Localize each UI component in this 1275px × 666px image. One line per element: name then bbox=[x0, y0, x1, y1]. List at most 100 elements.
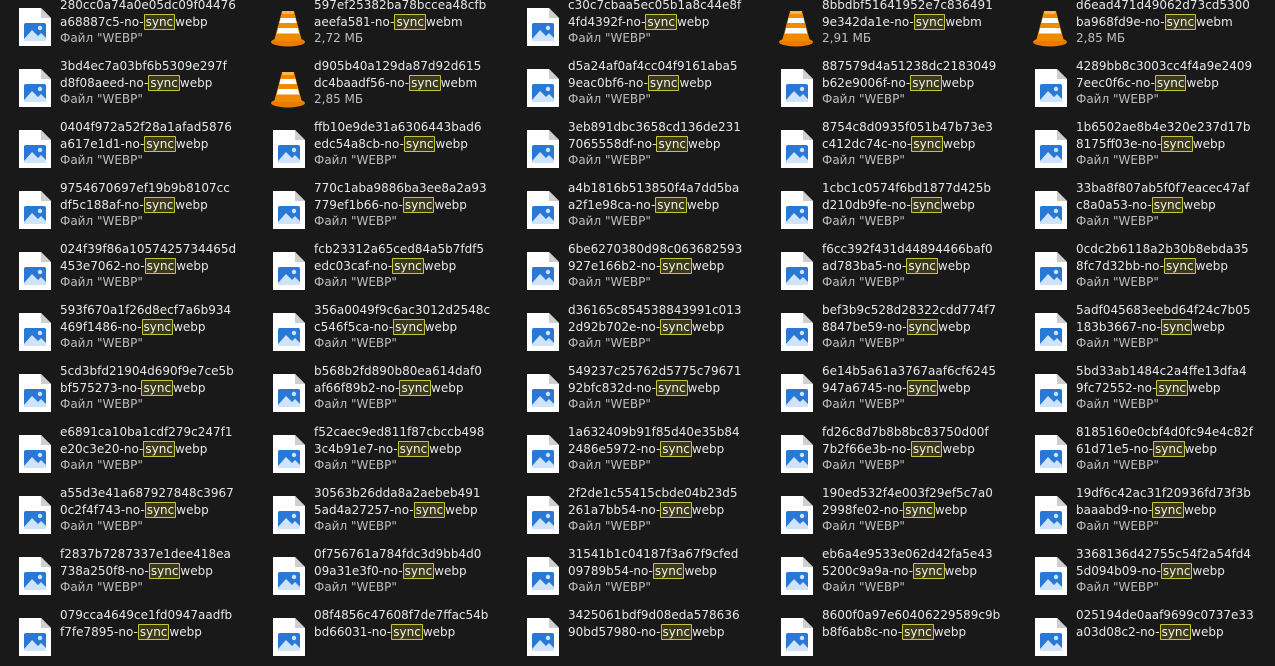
file-label: 6e14b5a61a3767aaf6cf6245 947a6745-no-sync… bbox=[822, 363, 1012, 413]
file-item[interactable]: 1cbc1c0574f6bd1877d425b d210db9fe-no-sync… bbox=[762, 178, 1016, 239]
search-highlight: sync bbox=[1154, 74, 1187, 91]
file-size: 2,85 МБ bbox=[1076, 31, 1126, 45]
file-item[interactable]: 6e14b5a61a3767aaf6cf6245 947a6745-no-sync… bbox=[762, 361, 1016, 422]
file-item[interactable]: 33ba8f807ab5f0f7eacec47af c8a0a53-no-sync… bbox=[1016, 178, 1270, 239]
file-item[interactable]: 3368136d42755c54f2a54fd4 5d094b09-no-sync… bbox=[1016, 544, 1270, 605]
search-highlight: sync bbox=[660, 501, 692, 518]
file-item[interactable]: d6ead471d49062d73cd5300 ba968fd9e-no-sync… bbox=[1016, 0, 1270, 56]
file-item[interactable]: 887579d4a51238dc2183049 b62e9006f-no-sync… bbox=[762, 56, 1016, 117]
file-item[interactable]: e6891ca10ba1cdf279c247f1 e20c3e20-no-sync… bbox=[0, 422, 254, 483]
file-item[interactable]: 8185160e0cbf4d0fc94e4c82f 61d71e5-no-sync… bbox=[1016, 422, 1270, 483]
image-file-icon bbox=[1030, 129, 1070, 169]
file-item[interactable]: ffb10e9de31a6306443bad6 edc54a8cb-no-sync… bbox=[254, 117, 508, 178]
file-name-line-2: c546f5ca-no-sync webp bbox=[314, 318, 458, 335]
file-item[interactable]: 3bd4ec7a03bf6b5309e297f d8f08aeed-no-sync… bbox=[0, 56, 254, 117]
image-file-icon bbox=[776, 373, 816, 413]
file-type: Файл "WEBP" bbox=[60, 336, 143, 350]
file-item[interactable]: 1b6502ae8b4e320e237d17b 8175ff03e-no-sync… bbox=[1016, 117, 1270, 178]
file-name-line-2: baaabd9-no-sync webp bbox=[1076, 501, 1217, 518]
file-name-line-1: 6be6270380d98c063682593 bbox=[568, 242, 743, 256]
search-highlight: sync bbox=[1153, 440, 1185, 457]
file-item[interactable]: 8754c8d0935f051b47b73e3 c412dc74c-no-sync… bbox=[762, 117, 1016, 178]
file-item[interactable]: fcb23312a65ced84a5b7fdf5 edc03caf-no-sync… bbox=[254, 239, 508, 300]
file-item[interactable]: 025194de0aaf9699c0737e33 a03d08c2-no-sync… bbox=[1016, 605, 1270, 666]
file-label: 08f4856c47608f7de7ffac54b bd66031-no-sync… bbox=[314, 607, 504, 640]
file-item[interactable]: 597ef25382ba78bccea48cfb aeefa581-no-sync… bbox=[254, 0, 508, 56]
file-item[interactable]: 280cc0a74a0e05dc09f04476 a68887c5-no-sync… bbox=[0, 0, 254, 56]
file-name-line-1: d6ead471d49062d73cd5300 bbox=[1076, 0, 1250, 12]
image-file-icon bbox=[14, 373, 54, 413]
file-item[interactable]: 3425061bdf9d08eda578636 90bd57980-no-sync… bbox=[508, 605, 762, 666]
image-file-icon bbox=[268, 434, 308, 474]
search-highlight: sync bbox=[655, 196, 687, 213]
file-item[interactable]: f6cc392f431d44894466baf0 ad783ba5-no-sync… bbox=[762, 239, 1016, 300]
file-label: 0404f972a52f28a1afad5876 a617e1d1-no-sync… bbox=[60, 119, 250, 169]
file-label: 8754c8d0935f051b47b73e3 c412dc74c-no-sync… bbox=[822, 119, 1012, 169]
search-highlight: sync bbox=[148, 74, 180, 91]
image-file-icon bbox=[268, 312, 308, 352]
file-label: 280cc0a74a0e05dc09f04476 a68887c5-no-sync… bbox=[60, 0, 250, 47]
file-name-line-2: d210db9fe-no-sync webp bbox=[822, 196, 975, 213]
file-name-line-2: 5200c9a9a-no-sync webp bbox=[822, 562, 977, 579]
file-item[interactable]: a4b1816b513850f4a7dd5ba a2f1e98ca-no-sync… bbox=[508, 178, 762, 239]
file-item[interactable]: 6be6270380d98c063682593 927e166b2-no-sync… bbox=[508, 239, 762, 300]
file-item[interactable]: d905b40a129da87d92d615 dc4baadf56-no-sync… bbox=[254, 56, 508, 117]
file-name-line-2: 183b3667-no-sync webp bbox=[1076, 318, 1225, 335]
file-item[interactable]: a55d3e41a687927848c3967 0c2f4f743-no-sync… bbox=[0, 483, 254, 544]
image-file-icon bbox=[268, 373, 308, 413]
search-highlight: sync bbox=[391, 623, 423, 640]
file-item[interactable]: 0f756761a784fdc3d9bb4d0 09a31e3f0-no-sync… bbox=[254, 544, 508, 605]
file-item[interactable]: b568b2fd890b80ea614daf0 af66f89b2-no-sync… bbox=[254, 361, 508, 422]
file-item[interactable]: 8600f0a97e60406229589c9b b8f6ab8c-no-sync… bbox=[762, 605, 1016, 666]
file-item[interactable]: d5a24af0af4cc04f9161aba5 9eac0bf6-no-sync… bbox=[508, 56, 762, 117]
image-file-icon bbox=[522, 129, 562, 169]
file-item[interactable]: 356a0049f9c6ac3012d2548c c546f5ca-no-sync… bbox=[254, 300, 508, 361]
file-item[interactable]: eb6a4e9533e062d42fa5e43 5200c9a9a-no-sync… bbox=[762, 544, 1016, 605]
file-item[interactable]: 2f2de1c55415cbde04b23d5 261a7bb54-no-sync… bbox=[508, 483, 762, 544]
file-item[interactable]: 024f39f86a1057425734465d 453e7062-no-sync… bbox=[0, 239, 254, 300]
file-name-line-1: fd26c8d7b8b8bc83750d00f bbox=[822, 425, 989, 439]
file-label: 8600f0a97e60406229589c9b b8f6ab8c-no-sync… bbox=[822, 607, 1012, 640]
image-file-icon bbox=[1030, 373, 1070, 413]
file-name-line-1: 0404f972a52f28a1afad5876 bbox=[60, 120, 232, 134]
file-item[interactable]: 3eb891dbc3658cd136de231 7065558df-no-sync… bbox=[508, 117, 762, 178]
file-item[interactable]: 770c1aba9886ba3ee8a2a93 779ef1b66-no-sync… bbox=[254, 178, 508, 239]
file-item[interactable]: 1a632409b91f85d40e35b84 2486e5972-no-sync… bbox=[508, 422, 762, 483]
file-item[interactable]: 8bbdbf51641952e7c836491 9e342da1e-no-sync… bbox=[762, 0, 1016, 56]
search-highlight: sync bbox=[402, 196, 435, 213]
file-item[interactable]: 5cd3bfd21904d690f9e7ce5b bf575273-no-sync… bbox=[0, 361, 254, 422]
image-file-icon bbox=[14, 7, 54, 47]
file-item[interactable]: 4289bb8c3003cc4f4a9e2409 7eec0f6c-no-sync… bbox=[1016, 56, 1270, 117]
file-item[interactable]: 549237c25762d5775c79671 92bfc832d-no-sync… bbox=[508, 361, 762, 422]
file-item[interactable]: 0404f972a52f28a1afad5876 a617e1d1-no-sync… bbox=[0, 117, 254, 178]
search-highlight: sync bbox=[1151, 196, 1184, 213]
file-type: Файл "WEBP" bbox=[568, 336, 651, 350]
file-item[interactable]: 5adf045683eebd64f24c7b05 183b3667-no-sync… bbox=[1016, 300, 1270, 361]
file-label: 5cd3bfd21904d690f9e7ce5b bf575273-no-sync… bbox=[60, 363, 250, 413]
search-highlight: sync bbox=[910, 196, 943, 213]
file-item[interactable]: 31541b1c04187f3a67f9cfed 09789b54-no-sync… bbox=[508, 544, 762, 605]
file-item[interactable]: 08f4856c47608f7de7ffac54b bd66031-no-sync… bbox=[254, 605, 508, 666]
search-highlight: sync bbox=[143, 196, 176, 213]
file-type: Файл "WEBP" bbox=[822, 153, 905, 167]
file-item[interactable]: f52caec9ed811f87cbccb498 3c4b91e7-no-sync… bbox=[254, 422, 508, 483]
file-item[interactable]: c30c7cbaa5ec05b1a8c44e8f 4fd4392f-no-sync… bbox=[508, 0, 762, 56]
image-file-icon bbox=[776, 68, 816, 108]
file-type: Файл "WEBP" bbox=[60, 31, 143, 45]
file-name-line-1: 0f756761a784fdc3d9bb4d0 bbox=[314, 547, 482, 561]
file-item[interactable]: 30563b26dda8a2aebeb491 5ad4a27257-no-sync… bbox=[254, 483, 508, 544]
file-item[interactable]: f2837b7287337e1dee418ea 738a250f8-no-sync… bbox=[0, 544, 254, 605]
file-item[interactable]: 190ed532f4e003f29ef5c7a0 2998fe02-no-sync… bbox=[762, 483, 1016, 544]
file-item[interactable]: 19df6c42ac31f20936fd73f3b baaabd9-no-sync… bbox=[1016, 483, 1270, 544]
file-item[interactable]: 5bd33ab1484c2a4ffe13dfa4 9fc72552-no-sync… bbox=[1016, 361, 1270, 422]
file-item[interactable]: 593f670a1f26d8ecf7a6b934 469f1486-no-sync… bbox=[0, 300, 254, 361]
file-item[interactable]: fd26c8d7b8b8bc83750d00f 7b2f66e3b-no-sync… bbox=[762, 422, 1016, 483]
file-item[interactable]: 079cca4649ce1fd0947aadfb f7fe7895-no-sync… bbox=[0, 605, 254, 666]
file-item[interactable]: bef3b9c528d28322cdd774f7 8847be59-no-sync… bbox=[762, 300, 1016, 361]
file-item[interactable]: 0cdc2b6118a2b30b8ebda35 8fc7d32bb-no-sync… bbox=[1016, 239, 1270, 300]
file-item[interactable]: d36165c854538843991c013 2d92b702e-no-sync… bbox=[508, 300, 762, 361]
file-item[interactable]: 9754670697ef19b9b8107cc df5c188af-no-sync… bbox=[0, 178, 254, 239]
file-name-line-2: 92bfc832d-no-sync webp bbox=[568, 379, 721, 396]
file-type: Файл "WEBP" bbox=[1076, 336, 1159, 350]
file-label: c30c7cbaa5ec05b1a8c44e8f 4fd4392f-no-sync… bbox=[568, 0, 758, 47]
